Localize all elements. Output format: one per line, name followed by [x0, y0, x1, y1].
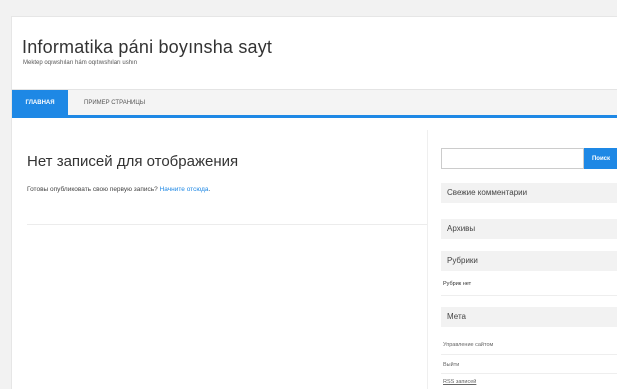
nav-item-sample-page[interactable]: ПРИМЕР СТРАНИЦЫ	[74, 90, 155, 116]
empty-message-end: .	[208, 186, 211, 193]
nav-accent-line	[12, 115, 617, 118]
categories-empty-text: Рубрик нет	[443, 281, 472, 287]
search-button[interactable]: Поиск	[584, 148, 617, 169]
meta-link-rss-entries[interactable]: RSS записей	[443, 379, 476, 385]
empty-message-text: Готовы опубликовать свою первую запись?	[27, 186, 158, 193]
meta-link-site-admin[interactable]: Управление сайтом	[443, 342, 493, 348]
search-input[interactable]	[441, 148, 584, 169]
site-tagline: Mektep oqıwshıları hám oqıtıwshıları ush…	[23, 60, 138, 66]
nav-item-home[interactable]: ГЛАВНАЯ	[12, 90, 68, 116]
widget-title-archives: Архивы	[441, 219, 617, 239]
empty-message: Готовы опубликовать свою первую запись? …	[27, 186, 210, 193]
site-header: Informatika páni boyınsha sayt Mektep oq…	[12, 17, 617, 89]
widget-title-recent-comments: Свежие комментарии	[441, 183, 617, 203]
widget-title-categories: Рубрики	[441, 251, 617, 271]
widget-separator	[441, 295, 617, 296]
content-divider	[27, 224, 427, 225]
widget-separator	[441, 373, 617, 374]
widget-title-meta: Мета	[441, 307, 617, 327]
start-here-link[interactable]: Начните отсюда	[160, 186, 209, 193]
meta-link-logout[interactable]: Выйти	[443, 362, 459, 368]
widget-separator	[441, 354, 617, 355]
site-frame: Informatika páni boyınsha sayt Mektep oq…	[11, 16, 617, 389]
page-title: Нет записей для отображения	[27, 153, 239, 170]
site-title[interactable]: Informatika páni boyınsha sayt	[22, 37, 272, 58]
page: Informatika páni boyınsha sayt Mektep oq…	[0, 0, 617, 389]
main-navigation: ГЛАВНАЯ ПРИМЕР СТРАНИЦЫ	[12, 89, 617, 116]
column-divider	[427, 130, 428, 389]
